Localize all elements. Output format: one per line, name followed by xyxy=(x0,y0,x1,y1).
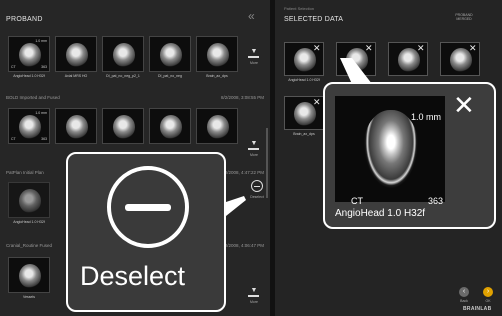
brainlab-logo: BRAINLAB xyxy=(463,306,492,312)
ok-button[interactable]: › xyxy=(483,287,493,297)
slice-count: 363 xyxy=(428,196,444,206)
deselect-label: Deselect xyxy=(80,261,186,291)
close-icon[interactable]: ✕ xyxy=(453,92,475,118)
back-label: Back xyxy=(460,299,468,303)
head-ct-slice xyxy=(363,110,419,190)
zoomed-selected-thumbnail: 1.0 mm CT 363 ✕ AngioHead 1.0 H32f xyxy=(323,82,496,229)
ct-scan-image: 1.0 mm CT 363 xyxy=(335,96,445,206)
ok-label: OK xyxy=(485,299,491,303)
series-name: AngioHead 1.0 H32f xyxy=(335,208,426,219)
back-button[interactable]: ‹ xyxy=(459,287,469,297)
modality-label: CT xyxy=(351,196,363,206)
minus-bar xyxy=(125,204,171,211)
callout-pointer-top xyxy=(340,58,372,84)
slice-thickness: 1.0 mm xyxy=(411,112,442,122)
zoomed-deselect-button[interactable]: Deselect xyxy=(66,152,226,312)
callout-pointer-bottom xyxy=(226,196,246,216)
minus-circle-icon xyxy=(107,166,189,248)
